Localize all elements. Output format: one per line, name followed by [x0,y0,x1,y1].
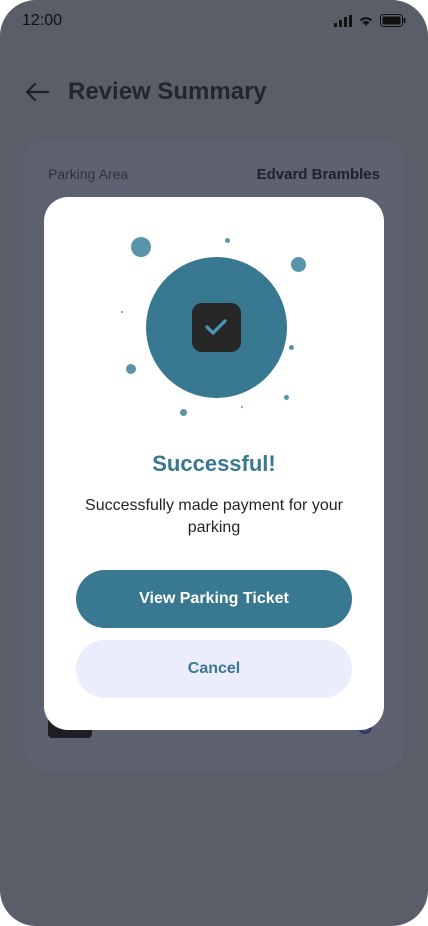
decor-dot [291,257,306,272]
wifi-icon [359,16,373,26]
decor-dot [126,364,136,374]
success-modal: Successful! Successfully made payment fo… [44,197,384,730]
cancel-button[interactable]: Cancel [76,640,352,698]
summary-value: Edvard Brambles [256,166,380,183]
decor-dot [180,409,187,416]
decor-dot [284,395,289,400]
battery-icon [380,14,406,27]
check-badge [192,303,241,352]
success-illustration [44,197,384,427]
decor-dot [225,238,230,243]
success-message: Successfully made payment for your parki… [85,497,343,536]
success-circle [146,257,287,398]
arrow-left-icon[interactable] [24,80,50,104]
page-title: Review Summary [68,78,267,105]
decor-dot [131,237,151,257]
status-bar: 12:00 [0,0,428,44]
header: Review Summary [0,70,428,114]
decor-dot [241,406,243,408]
status-icons [334,14,406,27]
view-parking-ticket-button[interactable]: View Parking Ticket [76,570,352,628]
phone-screen: 12:00 Review Summary Parking Area Edvard… [0,0,428,926]
success-title: Successful! [152,451,276,476]
check-icon [205,319,227,335]
decor-dot [121,311,123,313]
decor-dot [289,345,294,350]
summary-row-parking-area: Parking Area Edvard Brambles [48,166,380,183]
summary-label: Parking Area [48,166,129,182]
status-time: 12:00 [22,12,63,29]
signal-icon [334,14,352,27]
